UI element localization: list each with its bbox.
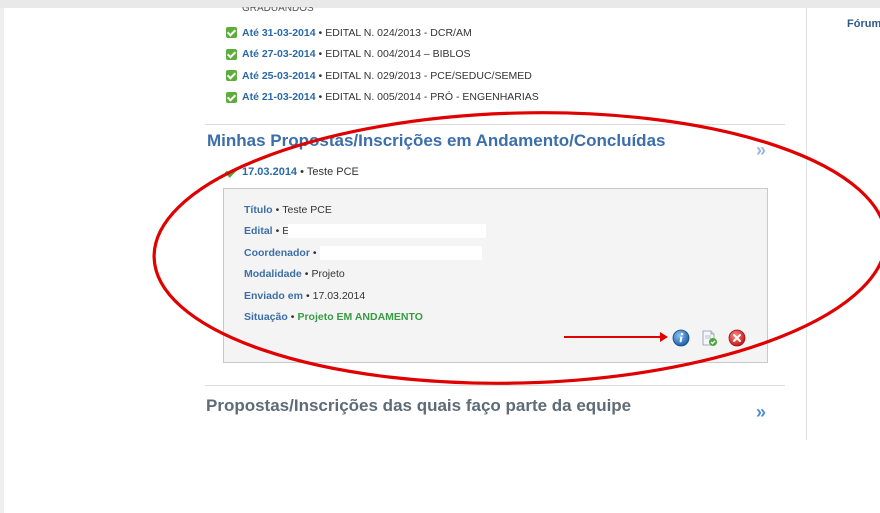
check-square-icon	[226, 48, 237, 60]
list-item[interactable]: Até 27-03-2014 • EDITAL N. 004/2014 – BI…	[226, 44, 539, 66]
section-title-my-proposals: Minhas Propostas/Inscrições em Andamento…	[207, 131, 666, 150]
divider	[205, 124, 785, 125]
top-bar	[0, 0, 880, 8]
proposal-actions	[672, 329, 746, 347]
detail-row-modalidade: Modalidade • Projeto	[244, 264, 486, 286]
edital-deadline[interactable]: Até 21-03-2014	[242, 91, 316, 103]
edital-name[interactable]: EDITAL N. 024/2013 - DCR/AM	[325, 27, 471, 39]
separator: •	[305, 289, 310, 302]
detail-label: Enviado em	[244, 289, 303, 302]
divider	[205, 385, 785, 386]
left-edge	[0, 8, 4, 513]
check-square-icon	[226, 27, 237, 39]
detail-label: Modalidade	[244, 268, 302, 281]
redacted-area	[288, 224, 487, 239]
document-check-icon[interactable]	[700, 329, 718, 347]
info-icon[interactable]	[672, 329, 690, 347]
separator: •	[304, 268, 309, 281]
double-chevron-right-icon[interactable]: »	[756, 140, 766, 161]
edital-list: Até 31-03-2014 • EDITAL N. 024/2013 - DC…	[226, 22, 539, 108]
check-square-icon	[226, 91, 237, 103]
edital-name[interactable]: EDITAL N. 005/2014 - PRÓ - ENGENHARIAS	[325, 91, 539, 103]
proposal-date[interactable]: 17.03.2014	[242, 166, 297, 178]
proposal-header[interactable]: 17.03.2014 • Teste PCE	[224, 166, 359, 178]
edital-deadline[interactable]: Até 25-03-2014	[242, 70, 316, 82]
redacted-area	[319, 245, 482, 260]
detail-label: Título	[244, 203, 273, 216]
separator: •	[318, 48, 323, 61]
list-item[interactable]: Até 31-03-2014 • EDITAL N. 024/2013 - DC…	[226, 22, 539, 44]
check-square-icon	[226, 70, 237, 82]
list-item[interactable]: Até 25-03-2014 • EDITAL N. 029/2013 - PC…	[226, 65, 539, 87]
section-title-team-proposals: Propostas/Inscrições das quais faço part…	[206, 396, 632, 415]
double-chevron-right-icon[interactable]: »	[756, 402, 766, 423]
detail-row-edital: Edital • E	[244, 221, 487, 243]
detail-rows: Título • Teste PCE Edital • E Coordenado…	[244, 199, 487, 329]
detail-value: Teste PCE	[282, 203, 332, 216]
detail-row-coordenador: Coordenador •	[244, 242, 486, 264]
delete-icon[interactable]	[728, 329, 746, 347]
separator: •	[318, 26, 323, 39]
checkmark-icon	[224, 167, 238, 177]
detail-label: Coordenador	[244, 246, 310, 259]
page: Fórum GRADUANDOS Até 31-03-2014 • EDITAL…	[0, 0, 880, 513]
separator: •	[275, 203, 280, 216]
detail-label: Situação	[244, 311, 288, 324]
separator: •	[300, 166, 304, 178]
separator: •	[312, 246, 317, 259]
list-item[interactable]: Até 21-03-2014 • EDITAL N. 005/2014 - PR…	[226, 87, 539, 109]
forum-link[interactable]: Fórum	[847, 18, 880, 30]
proposal-details-panel: Título • Teste PCE Edital • E Coordenado…	[223, 188, 768, 363]
edital-deadline[interactable]: Até 27-03-2014	[242, 48, 316, 60]
detail-label: Edital	[244, 225, 273, 238]
edital-deadline[interactable]: Até 31-03-2014	[242, 27, 316, 39]
separator: •	[275, 225, 280, 238]
right-divider	[806, 8, 807, 440]
detail-row-enviado: Enviado em • 17.03.2014	[244, 285, 486, 307]
detail-row-situacao: Situação • Projeto EM ANDAMENTO	[244, 307, 486, 329]
separator: •	[318, 91, 323, 104]
detail-value: 17.03.2014	[312, 289, 366, 302]
status-value: Projeto EM ANDAMENTO	[297, 311, 423, 324]
detail-row-titulo: Título • Teste PCE	[244, 199, 486, 221]
edital-name[interactable]: EDITAL N. 029/2013 - PCE/SEDUC/SEMED	[325, 70, 532, 82]
proposal-name[interactable]: Teste PCE	[307, 166, 359, 178]
separator: •	[290, 311, 295, 324]
separator: •	[318, 69, 323, 82]
edital-name[interactable]: EDITAL N. 004/2014 – BIBLOS	[325, 48, 470, 60]
detail-value: Projeto	[311, 268, 345, 281]
